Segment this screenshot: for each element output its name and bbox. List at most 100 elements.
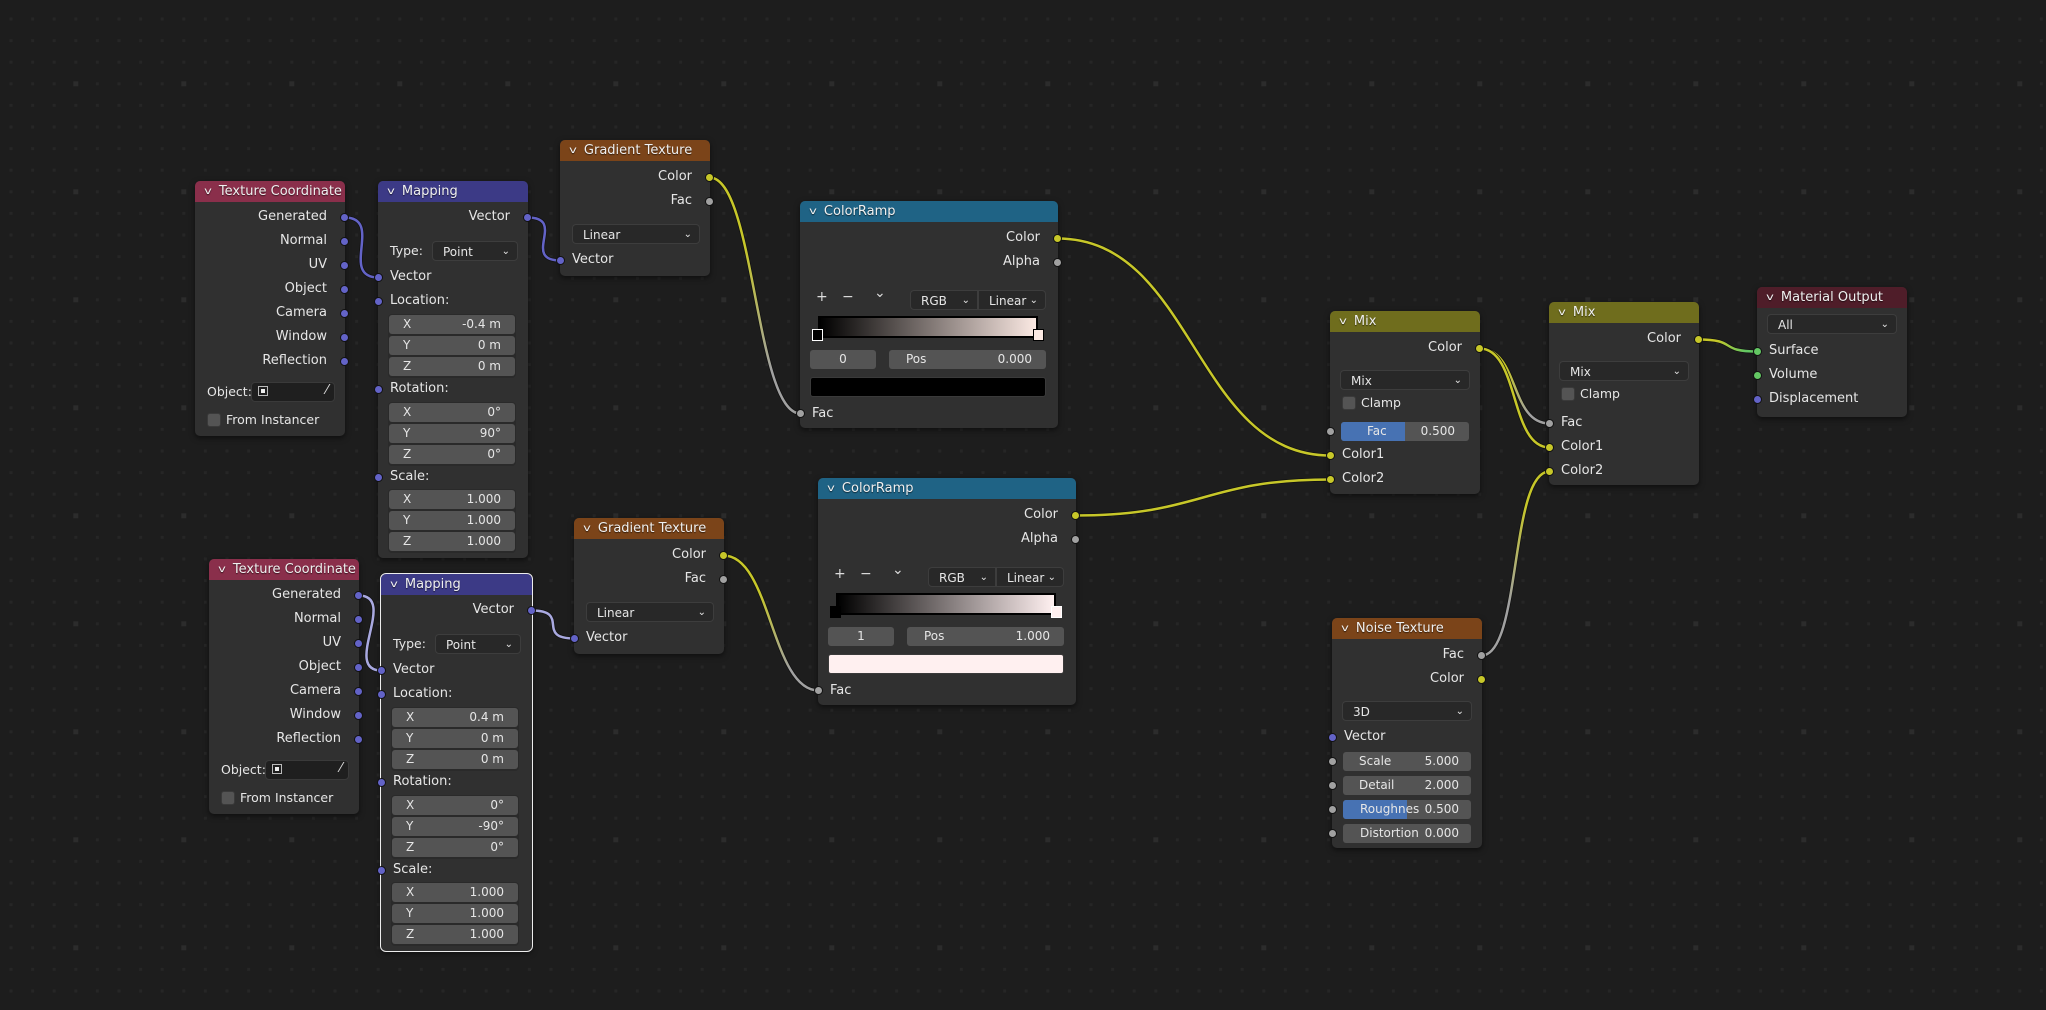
fac-slider[interactable]: Fac 0.500 bbox=[1341, 422, 1469, 441]
socket-vector-out[interactable] bbox=[527, 606, 536, 615]
socket-reflection[interactable] bbox=[354, 735, 363, 744]
socket-surface-in[interactable] bbox=[1753, 347, 1762, 356]
collapse-chevron-icon[interactable]: v bbox=[569, 145, 577, 156]
socket-volume-in[interactable] bbox=[1753, 371, 1762, 380]
socket-color2-in[interactable] bbox=[1545, 467, 1554, 476]
type-dropdown[interactable]: Point ⌄ bbox=[435, 634, 521, 654]
socket-fac-out[interactable] bbox=[705, 197, 714, 206]
gradient-type-dropdown[interactable]: Linear ⌄ bbox=[572, 224, 700, 244]
color-stop-0[interactable] bbox=[830, 606, 841, 618]
collapse-chevron-icon[interactable]: v bbox=[218, 564, 226, 575]
socket-object[interactable] bbox=[354, 663, 363, 672]
socket-scale[interactable] bbox=[374, 473, 383, 482]
socket-alpha-out[interactable] bbox=[1053, 258, 1062, 267]
collapse-chevron-icon[interactable]: v bbox=[1558, 307, 1566, 318]
socket-window[interactable] bbox=[354, 711, 363, 720]
scale-y-field[interactable]: Y 1.000 bbox=[389, 511, 515, 530]
collapse-chevron-icon[interactable]: v bbox=[1339, 316, 1347, 327]
object-field[interactable]: ⁄ bbox=[265, 760, 349, 780]
blend-mode-dropdown[interactable]: Mix ⌄ bbox=[1340, 370, 1470, 390]
active-stop-color-swatch[interactable] bbox=[810, 377, 1046, 397]
node-header[interactable]: v ColorRamp bbox=[800, 201, 1058, 222]
socket-vector-in[interactable] bbox=[374, 273, 383, 282]
node-header[interactable]: v Texture Coordinate bbox=[195, 181, 345, 202]
node-header[interactable]: v Texture Coordinate bbox=[209, 559, 359, 580]
socket-vector-in[interactable] bbox=[377, 666, 386, 675]
from-instancer-checkbox[interactable] bbox=[221, 791, 235, 805]
active-stop-index-field[interactable]: 1 bbox=[828, 627, 894, 646]
node-header[interactable]: v Gradient Texture bbox=[560, 140, 710, 161]
collapse-chevron-icon[interactable]: v bbox=[827, 483, 835, 494]
collapse-chevron-icon[interactable]: v bbox=[583, 523, 591, 534]
interpolation-dropdown[interactable]: Linear ⌄ bbox=[996, 567, 1064, 587]
socket-fac-in[interactable] bbox=[796, 409, 805, 418]
socket-vector-in[interactable] bbox=[570, 634, 579, 643]
ramp-menu-button[interactable]: ⌄ bbox=[892, 562, 904, 578]
socket-color1-in[interactable] bbox=[1326, 451, 1335, 460]
collapse-chevron-icon[interactable]: v bbox=[809, 206, 817, 217]
location-y-field[interactable]: Y0 m bbox=[389, 336, 515, 355]
clamp-checkbox[interactable] bbox=[1342, 396, 1356, 410]
node-header[interactable]: v Mix bbox=[1549, 302, 1699, 323]
socket-fac-in[interactable] bbox=[1326, 427, 1335, 436]
color-ramp-gradient[interactable] bbox=[836, 593, 1056, 615]
rotation-x-field[interactable]: X 0° bbox=[389, 403, 515, 422]
socket-generated[interactable] bbox=[340, 213, 349, 222]
socket-fac-out[interactable] bbox=[719, 575, 728, 584]
clamp-checkbox[interactable] bbox=[1561, 387, 1575, 401]
socket-fac-in[interactable] bbox=[1545, 419, 1554, 428]
blend-mode-dropdown[interactable]: Mix ⌄ bbox=[1559, 361, 1689, 381]
interpolation-dropdown[interactable]: Linear ⌄ bbox=[978, 290, 1046, 310]
color-mode-dropdown[interactable]: RGB ⌄ bbox=[910, 290, 978, 310]
rotation-z-field[interactable]: Z 0° bbox=[392, 838, 518, 857]
socket-normal[interactable] bbox=[340, 237, 349, 246]
socket-vector-in[interactable] bbox=[1328, 733, 1337, 742]
socket-color-out[interactable] bbox=[1053, 234, 1062, 243]
socket-rotation[interactable] bbox=[374, 385, 383, 394]
scale-z-field[interactable]: Z 1.000 bbox=[389, 532, 515, 551]
texture-coordinate-node-2[interactable]: v Texture Coordinate Generated Normal UV … bbox=[209, 559, 363, 814]
eyedropper-icon[interactable]: ⁄ bbox=[326, 383, 328, 398]
noise-texture-node[interactable]: v Noise Texture Fac Color 3D ⌄ Vector Scal… bbox=[1328, 618, 1486, 848]
socket-color-out[interactable] bbox=[705, 173, 714, 182]
socket-color-out[interactable] bbox=[719, 551, 728, 560]
ramp-menu-button[interactable]: ⌄ bbox=[874, 285, 886, 301]
location-z-field[interactable]: Z0 m bbox=[392, 750, 518, 769]
socket-color2-in[interactable] bbox=[1326, 475, 1335, 484]
socket-roughness-in[interactable] bbox=[1328, 805, 1337, 814]
mapping-node-2[interactable]: v Mapping Vector Type: Point ⌄ Vector Loca… bbox=[377, 573, 536, 952]
mapping-node-1[interactable]: v Mapping Vector Type: Point ⌄ Vector Loca… bbox=[374, 181, 532, 558]
socket-camera[interactable] bbox=[340, 309, 349, 318]
gradient-type-dropdown[interactable]: Linear ⌄ bbox=[586, 602, 714, 622]
scale-x-field[interactable]: X 1.000 bbox=[389, 490, 515, 509]
stop-position-field[interactable]: Pos 0.000 bbox=[889, 350, 1046, 369]
socket-generated[interactable] bbox=[354, 591, 363, 600]
eyedropper-icon[interactable]: ⁄ bbox=[340, 761, 342, 776]
rotation-x-field[interactable]: X 0° bbox=[392, 796, 518, 815]
active-stop-color-swatch[interactable] bbox=[828, 654, 1064, 674]
color-ramp-gradient[interactable] bbox=[818, 316, 1038, 338]
socket-reflection[interactable] bbox=[340, 357, 349, 366]
socket-distortion-in[interactable] bbox=[1328, 829, 1337, 838]
gradient-texture-node-1[interactable]: v Gradient Texture Color Fac Linear ⌄ Vect… bbox=[556, 140, 714, 276]
socket-camera[interactable] bbox=[354, 687, 363, 696]
location-x-field[interactable]: X 0.4 m bbox=[392, 708, 518, 727]
location-y-field[interactable]: Y0 m bbox=[392, 729, 518, 748]
socket-fac-out[interactable] bbox=[1477, 651, 1486, 660]
type-dropdown[interactable]: Point ⌄ bbox=[432, 241, 518, 261]
socket-location[interactable] bbox=[377, 690, 386, 699]
color-mode-dropdown[interactable]: RGB ⌄ bbox=[928, 567, 996, 587]
stop-position-field[interactable]: Pos 1.000 bbox=[907, 627, 1064, 646]
location-x-field[interactable]: X -0.4 m bbox=[389, 315, 515, 334]
colorramp-node-2[interactable]: v ColorRamp Color Alpha + − ⌄ RGB ⌄ Linear… bbox=[814, 478, 1080, 705]
socket-alpha-out[interactable] bbox=[1071, 535, 1080, 544]
distortion-field[interactable]: Distortion 0.000 bbox=[1343, 824, 1471, 843]
rotation-z-field[interactable]: Z 0° bbox=[389, 445, 515, 464]
socket-fac-in[interactable] bbox=[814, 686, 823, 695]
socket-window[interactable] bbox=[340, 333, 349, 342]
mix-node-1[interactable]: v Mix Color Mix ⌄ Clamp Fac 0.500 Color1 Co… bbox=[1326, 311, 1484, 494]
node-header[interactable]: v Gradient Texture bbox=[574, 518, 724, 539]
remove-stop-button[interactable]: − bbox=[860, 566, 872, 582]
detail-field[interactable]: Detail 2.000 bbox=[1343, 776, 1471, 795]
node-header[interactable]: v ColorRamp bbox=[818, 478, 1076, 499]
